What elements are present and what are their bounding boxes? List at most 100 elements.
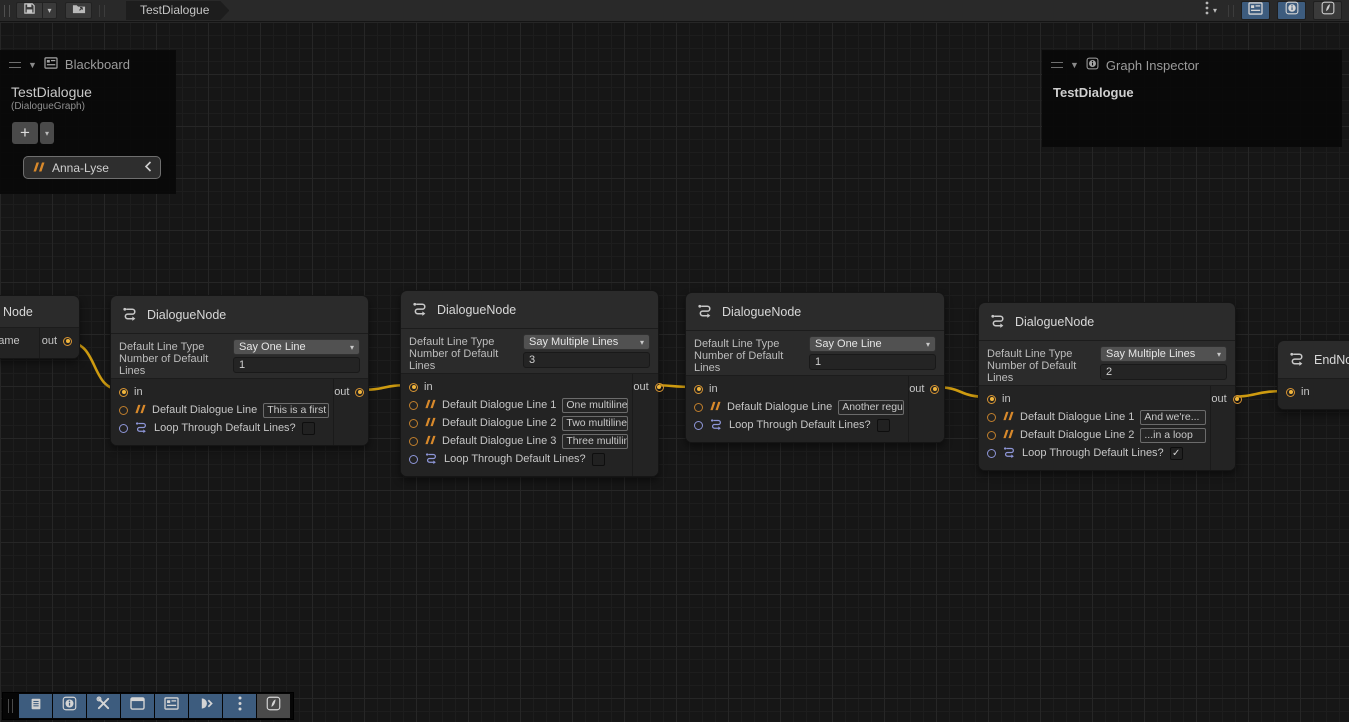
graph-canvas[interactable]: ▼ Blackboard TestDialogue (DialogueGraph… <box>0 22 1349 722</box>
input-port-row: Default Dialogue Line 2Two multiline <box>409 414 628 432</box>
inspector-header[interactable]: ▼ Graph Inspector <box>1043 51 1341 77</box>
loop-checkbox[interactable] <box>877 419 890 432</box>
toolbar-drag-handle[interactable] <box>8 699 13 713</box>
collapse-arrow-icon[interactable]: ▼ <box>1070 60 1079 70</box>
input-port-row: Default Dialogue Line 3 Three multilin <box>409 432 628 450</box>
node-properties: Default Line TypeSay Multiple Lines▾Numb… <box>979 341 1235 386</box>
input-port-row: Default Dialogue Line 2...in a loop <box>987 426 1206 444</box>
string-port[interactable] <box>119 406 128 415</box>
number-field[interactable]: 2 <box>1100 364 1227 380</box>
graph-name[interactable]: TestDialogue <box>1 76 175 100</box>
add-property-button[interactable]: + <box>12 122 38 144</box>
loop-icon <box>1002 445 1016 462</box>
start-node[interactable]: NodekerNameout <box>0 295 80 359</box>
window-icon <box>130 697 145 715</box>
node-title-bar[interactable]: EndNode <box>1278 341 1349 379</box>
flow-port[interactable] <box>694 385 703 394</box>
port-label: Loop Through Default Lines? <box>1022 447 1164 459</box>
end-node[interactable]: EndNodein <box>1277 340 1349 410</box>
flow-port[interactable] <box>63 337 72 346</box>
bool-port[interactable] <box>987 449 996 458</box>
kebab-icon <box>238 696 242 716</box>
quote-icon <box>134 404 146 417</box>
string-port[interactable] <box>409 401 418 410</box>
node-title-bar[interactable]: DialogueNode <box>111 296 368 334</box>
string-port[interactable] <box>987 431 996 440</box>
graph-inspector-panel[interactable]: ▼ Graph Inspector TestDialogue <box>1042 50 1342 147</box>
string-port[interactable] <box>409 419 418 428</box>
dialogue-line-field[interactable]: Three multilin <box>562 434 628 449</box>
dialogue-node-4[interactable]: DialogueNodeDefault Line TypeSay Multipl… <box>978 302 1236 471</box>
port-label: Default Dialogue Line 1 <box>1020 411 1134 423</box>
dialogue-line-field[interactable]: One multiline <box>562 398 628 413</box>
number-field[interactable]: 1 <box>809 354 936 370</box>
bool-port[interactable] <box>694 421 703 430</box>
save-button[interactable] <box>16 2 43 19</box>
info-button[interactable] <box>53 694 86 718</box>
loop-checkbox[interactable]: ✓ <box>1170 447 1183 460</box>
node-title-bar[interactable]: Node <box>0 296 79 328</box>
flow-port[interactable] <box>119 388 128 397</box>
enum-dropdown[interactable]: Say Multiple Lines▾ <box>523 334 650 350</box>
blackboard-header[interactable]: ▼ Blackboard <box>1 51 175 76</box>
loop-checkbox[interactable] <box>592 453 605 466</box>
blackboard-panel[interactable]: ▼ Blackboard TestDialogue (DialogueGraph… <box>0 50 176 194</box>
blackboard-toggle-button[interactable] <box>1241 1 1270 20</box>
flow-port[interactable] <box>355 388 364 397</box>
string-port[interactable] <box>694 403 703 412</box>
enum-dropdown[interactable]: Say One Line▾ <box>233 339 360 355</box>
quote-icon <box>424 417 436 430</box>
play-half-button[interactable] <box>189 694 222 718</box>
flow-port[interactable] <box>1286 388 1295 397</box>
enum-dropdown[interactable]: Say Multiple Lines▾ <box>1100 346 1227 362</box>
property-label: Number of Default Lines <box>987 360 1100 384</box>
minimap-quill-button[interactable] <box>257 694 290 718</box>
enum-dropdown[interactable]: Say One Line▾ <box>809 336 936 352</box>
bool-port[interactable] <box>409 455 418 464</box>
dialogue-node-1[interactable]: DialogueNodeDefault Line TypeSay One Lin… <box>110 295 369 446</box>
node-title-bar[interactable]: DialogueNode <box>979 303 1235 341</box>
number-field[interactable]: 3 <box>523 352 650 368</box>
dialogue-node-3[interactable]: DialogueNodeDefault Line TypeSay One Lin… <box>685 292 945 443</box>
loop-checkbox[interactable] <box>302 422 315 435</box>
add-property-dropdown[interactable]: ▾ <box>40 122 54 144</box>
node-title-bar[interactable]: DialogueNode <box>401 291 658 329</box>
node-properties: Default Line TypeSay Multiple Lines▾Numb… <box>401 329 658 374</box>
blackboard-property-anna-lyse[interactable]: Anna-Lyse <box>23 156 161 179</box>
save-dropdown-button[interactable]: ▾ <box>43 2 57 19</box>
open-asset-button[interactable] <box>65 2 92 19</box>
chevron-down-icon: ▾ <box>1217 350 1221 359</box>
node-title-bar[interactable]: DialogueNode <box>686 293 944 331</box>
kebab-button[interactable] <box>223 694 256 718</box>
dialogue-line-field[interactable]: And we're... <box>1140 410 1206 425</box>
toolbar-right: ▾ <box>1205 1 1349 20</box>
breadcrumb[interactable]: TestDialogue <box>126 1 229 20</box>
dialogue-node-2[interactable]: DialogueNodeDefault Line TypeSay Multipl… <box>400 290 659 477</box>
window-button[interactable] <box>121 694 154 718</box>
string-port[interactable] <box>409 437 418 446</box>
flow-port[interactable] <box>1233 395 1242 404</box>
flow-port[interactable] <box>409 383 418 392</box>
number-field[interactable]: 1 <box>233 357 360 373</box>
graph-inspector-toggle-button[interactable] <box>1277 1 1306 20</box>
flow-port[interactable] <box>930 385 939 394</box>
dialogue-line-field[interactable]: Two multiline <box>562 416 628 431</box>
dialogue-line-field[interactable]: This is a first <box>263 403 329 418</box>
blackboard-button[interactable] <box>155 694 188 718</box>
bool-port[interactable] <box>119 424 128 433</box>
tools-button[interactable] <box>87 694 120 718</box>
collapse-arrow-icon[interactable]: ▼ <box>28 60 37 70</box>
port-label: Default Dialogue Line 3 <box>442 435 556 447</box>
port-label: in <box>709 383 718 395</box>
string-port[interactable] <box>987 413 996 422</box>
minimap-toggle-button[interactable] <box>1313 1 1342 20</box>
flow-port[interactable] <box>655 383 664 392</box>
output-ports: out <box>1210 386 1248 470</box>
dialogue-line-field[interactable]: ...in a loop <box>1140 428 1206 443</box>
document-button[interactable] <box>19 694 52 718</box>
toolbar-drag-handle[interactable] <box>4 5 10 17</box>
dialogue-line-field[interactable]: Another regu <box>838 400 904 415</box>
flow-port[interactable] <box>987 395 996 404</box>
chevron-left-icon[interactable] <box>144 159 152 177</box>
overflow-menu-button[interactable]: ▾ <box>1205 1 1217 20</box>
